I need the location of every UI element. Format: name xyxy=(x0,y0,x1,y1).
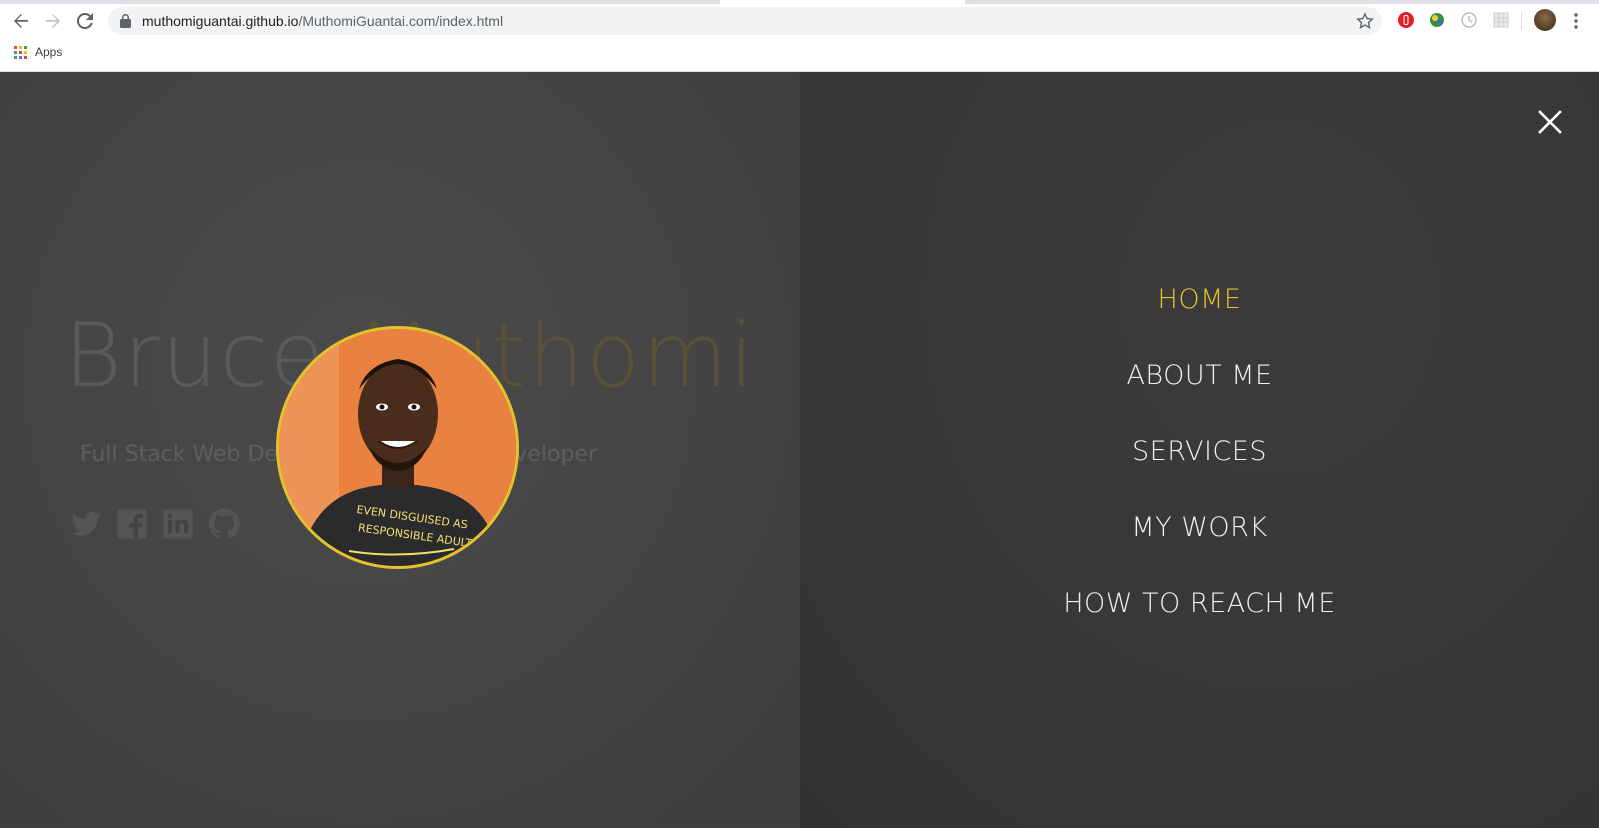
nav-item-services[interactable]: SERVICES xyxy=(1132,414,1267,490)
apps-label: Apps xyxy=(35,45,63,59)
star-icon[interactable] xyxy=(1356,12,1374,30)
extension-globe-icon[interactable] xyxy=(1428,11,1446,29)
browser-menu-button[interactable] xyxy=(1566,8,1586,34)
nav-item-contact[interactable]: HOW TO REACH ME xyxy=(1063,566,1336,642)
url-path: /MuthomiGuantai.com/index.html xyxy=(298,13,504,29)
profile-avatar[interactable] xyxy=(1534,9,1556,31)
profile-photo-illustration: EVEN DISGUISED AS RESPONSIBLE ADULT xyxy=(279,329,516,566)
lock-icon xyxy=(120,14,131,28)
extension-grid-icon[interactable] xyxy=(1492,11,1510,29)
nav-item-home[interactable]: HOME xyxy=(1158,262,1242,338)
main-nav-menu: HOME ABOUT ME SERVICES MY WORK HOW TO RE… xyxy=(800,262,1599,642)
url-text: muthomiguantai.github.io/MuthomiGuantai.… xyxy=(142,13,503,29)
close-menu-button[interactable] xyxy=(1534,106,1566,138)
linkedin-icon[interactable] xyxy=(162,508,194,540)
extension-clock-icon[interactable] xyxy=(1460,11,1478,29)
tab-strip xyxy=(0,0,1599,4)
close-icon xyxy=(1538,110,1562,134)
reload-button[interactable] xyxy=(72,8,98,34)
address-bar[interactable]: muthomiguantai.github.io/MuthomiGuantai.… xyxy=(108,7,1382,35)
reload-icon xyxy=(77,13,93,29)
page-viewport: Bruce Muthomi Full Stack Web Developer &… xyxy=(0,72,1599,828)
toolbar-divider xyxy=(1521,12,1522,30)
facebook-icon[interactable] xyxy=(116,508,148,540)
apps-shortcut[interactable]: Apps xyxy=(14,45,62,59)
profile-photo: EVEN DISGUISED AS RESPONSIBLE ADULT xyxy=(276,326,519,569)
nav-item-about-me[interactable]: ABOUT ME xyxy=(1126,338,1272,414)
github-icon[interactable] xyxy=(208,508,240,540)
hero-overlay-panel: Bruce Muthomi Full Stack Web Developer &… xyxy=(0,72,800,828)
url-domain: muthomiguantai.github.io xyxy=(142,13,299,29)
back-icon xyxy=(14,14,28,28)
back-button[interactable] xyxy=(8,8,34,34)
forward-button[interactable] xyxy=(40,8,66,34)
forward-icon xyxy=(46,14,60,28)
social-links xyxy=(70,508,240,540)
bookmarks-bar: Apps xyxy=(0,41,1599,72)
extension-adblock-icon[interactable] xyxy=(1397,11,1415,29)
apps-grid-icon xyxy=(14,45,27,59)
twitter-icon[interactable] xyxy=(70,508,102,540)
nav-item-my-work[interactable]: MY WORK xyxy=(1131,490,1267,566)
menu-icon xyxy=(1574,13,1578,29)
browser-toolbar: muthomiguantai.github.io/MuthomiGuantai.… xyxy=(0,0,1599,41)
